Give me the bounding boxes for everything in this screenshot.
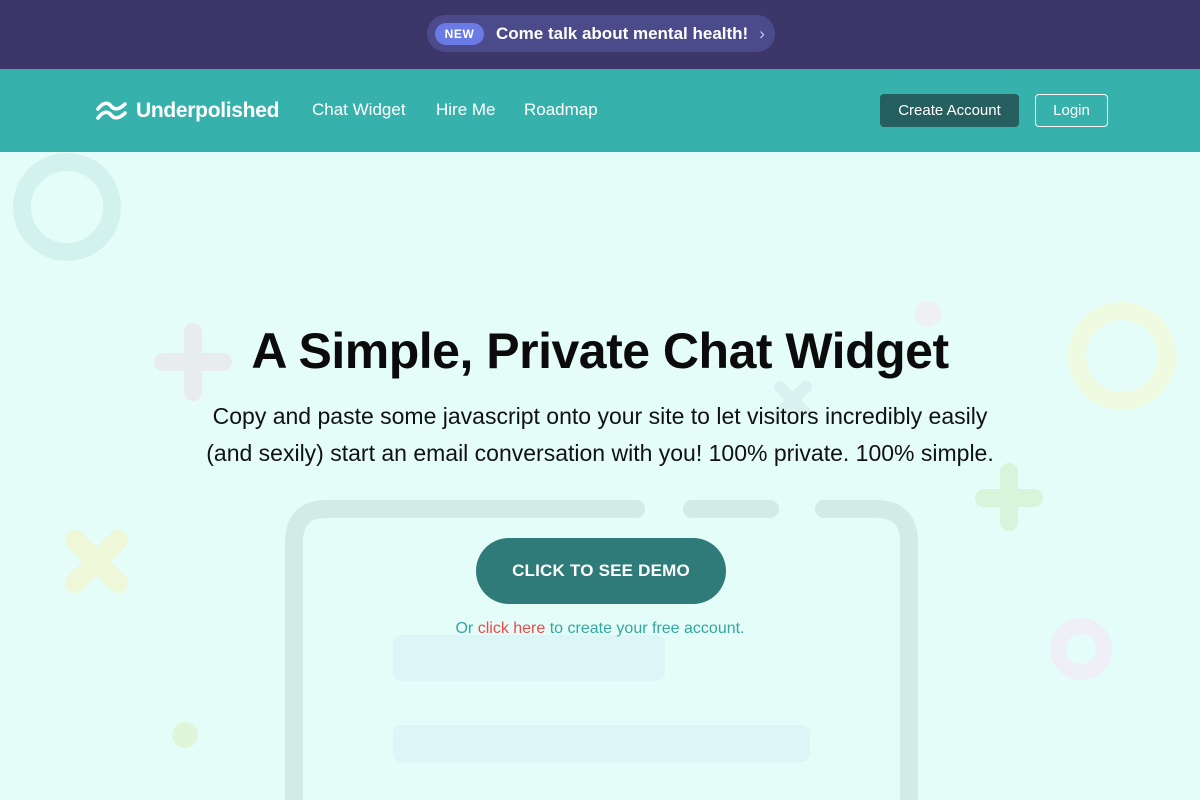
nav-link-hire-me[interactable]: Hire Me — [436, 100, 496, 120]
plus-decoration — [975, 463, 1043, 531]
navbar: Underpolished Chat Widget Hire Me Roadma… — [0, 69, 1200, 152]
mockup-block — [393, 635, 665, 681]
note-suffix: to create your free account. — [545, 620, 745, 637]
click-here-link[interactable]: click here — [478, 620, 546, 637]
nav-link-roadmap[interactable]: Roadmap — [524, 100, 598, 120]
announcement-bar: NEW Come talk about mental health! › — [0, 0, 1200, 69]
login-button[interactable]: Login — [1035, 94, 1108, 127]
announcement-pill[interactable]: NEW Come talk about mental health! › — [427, 15, 775, 52]
nav-link-chat-widget[interactable]: Chat Widget — [312, 100, 406, 120]
create-account-button[interactable]: Create Account — [880, 94, 1019, 127]
dot-decoration — [172, 722, 198, 748]
brand-logo[interactable]: Underpolished — [95, 97, 279, 125]
x-decoration — [65, 530, 128, 593]
create-account-note: Or click here to create your free accoun… — [0, 620, 1200, 638]
mockup-block — [393, 725, 810, 762]
hero-subtitle-line: (and sexily) start an email conversation… — [206, 440, 994, 466]
announcement-text[interactable]: Come talk about mental health! — [496, 24, 748, 44]
new-badge: NEW — [435, 22, 484, 45]
hero-subtitle-line: Copy and paste some javascript onto your… — [212, 403, 988, 429]
ring-decoration — [13, 153, 121, 261]
hero-subtitle: Copy and paste some javascript onto your… — [180, 398, 1020, 472]
note-prefix: Or — [455, 620, 478, 637]
chevron-right-icon: › — [759, 23, 765, 43]
wave-logo-icon — [96, 101, 127, 120]
decorative-background — [13, 153, 1176, 800]
brand-name: Underpolished — [136, 99, 280, 122]
see-demo-button[interactable]: CLICK TO SEE DEMO — [476, 538, 726, 604]
hero-title: A Simple, Private Chat Widget — [251, 323, 949, 379]
